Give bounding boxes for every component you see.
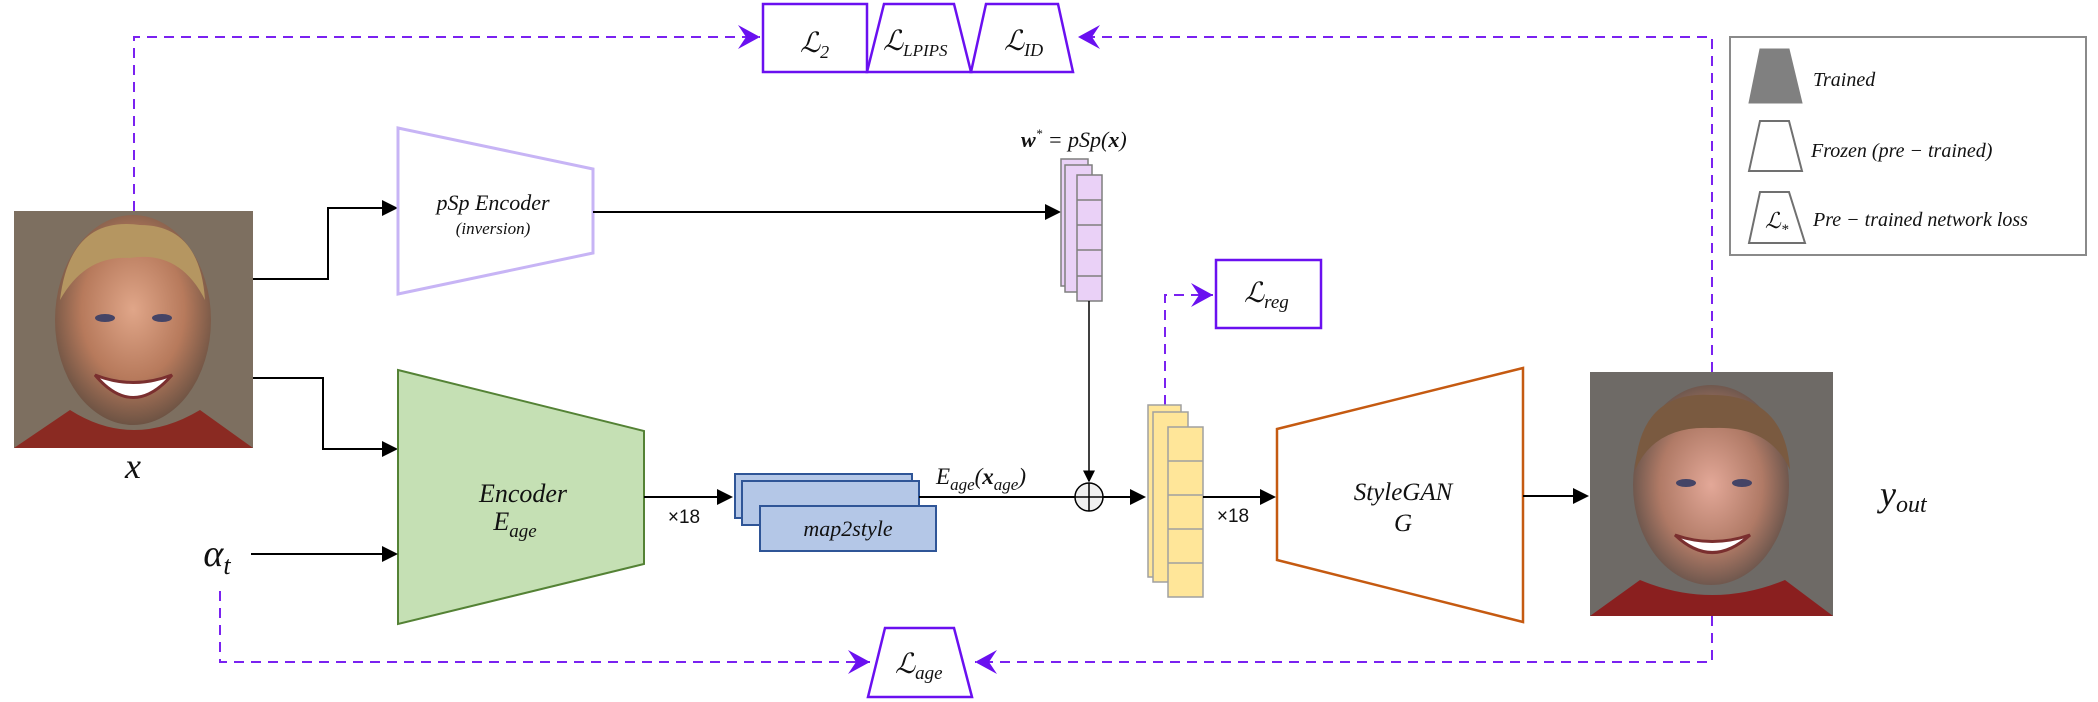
sum-operator [1074,482,1104,512]
age-encoder: Encoder Eage [397,368,645,626]
input-x-label: x [124,446,141,486]
input-to-encoder-arrow [253,377,398,457]
w-star-label: w* = pSp(x) [1021,126,1127,152]
map2style-multiplier: ×18 [668,507,700,528]
latent-to-reg-loss-path [1164,283,1213,405]
input-face-image [14,211,253,448]
svg-text:Pre − trained network loss: Pre − trained network loss [1812,209,2028,231]
id-loss: ℒID [969,2,1075,74]
alpha-to-age-loss-path [219,591,870,674]
svg-text:(inversion): (inversion) [456,219,531,238]
svg-text:Trained: Trained [1813,69,1876,91]
output-to-recon-loss-path [1078,25,1713,372]
target-age-alpha-label: αt [203,533,231,580]
svg-text:Frozen (pre − trained): Frozen (pre − trained) [1810,140,1993,162]
stylegan-generator: StyleGAN G [1275,366,1525,624]
input-to-psp-arrow [253,200,398,280]
output-face-image [1590,372,1833,616]
aged-latent-stack [1147,404,1204,598]
reg-loss: ℒreg [1214,258,1323,330]
legend: Trained Frozen (pre − trained) ℒ* Pre − … [1729,36,2087,256]
e-age-output-label: Eage(xage) [935,464,1026,494]
psp-encoder: pSp Encoder (inversion) [396,126,595,296]
svg-text:pSp Encoder: pSp Encoder [434,190,549,215]
output-y-label: yout [1877,474,1928,518]
svg-text:StyleGAN: StyleGAN [1354,479,1454,506]
sam-age-pipeline-diagram: ℒ2 ℒLPIPS ℒID x pSp Encoder (inversion) … [14,2,2087,699]
svg-text:map2style: map2style [803,516,892,541]
svg-text:Encoder: Encoder [478,479,568,508]
stylegan-multiplier: ×18 [1217,506,1249,527]
output-to-age-loss-path [975,616,1713,674]
map2style-blocks: map2style [734,473,937,552]
l2-loss: ℒ2 [761,2,869,74]
age-loss: ℒage [866,626,974,699]
lpips-loss: ℒLPIPS [865,2,973,74]
svg-text:G: G [1394,510,1412,537]
psp-latent-stack [1060,158,1103,302]
